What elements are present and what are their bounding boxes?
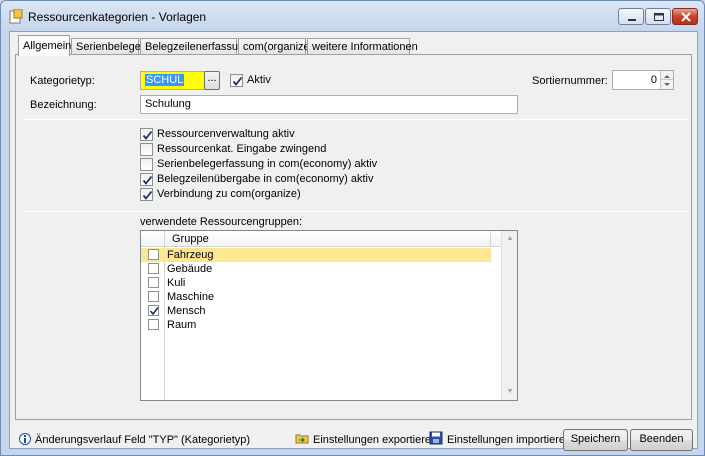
kategorietyp-field[interactable]: SCHUL <box>140 71 206 90</box>
option-label: Ressourcenverwaltung aktiv <box>157 128 295 140</box>
stepper-down-button[interactable] <box>660 80 673 89</box>
row-checkbox[interactable] <box>148 277 159 288</box>
chevron-up-icon <box>664 75 670 78</box>
tab-belegzeilenerfassung[interactable]: Belegzeilenerfassung <box>140 38 250 55</box>
tab-allgemein[interactable]: Allgemein <box>18 35 72 56</box>
kategorietyp-browse-button[interactable]: ... <box>204 71 220 90</box>
title-bar[interactable]: Ressourcenkategorien - Vorlagen <box>1 1 704 31</box>
kategorietyp-label: Kategorietyp: <box>30 75 95 87</box>
sortiernummer-stepper[interactable]: 0 <box>612 70 674 90</box>
option-label: Belegzeilenübergabe in com(economy) akti… <box>157 173 374 185</box>
option-label: Serienbelegerfassung in com(economy) akt… <box>157 158 378 170</box>
checkmark-icon <box>142 175 153 185</box>
aktiv-label: Aktiv <box>247 74 271 86</box>
row-name: Kuli <box>167 277 186 289</box>
tab-com-organize[interactable]: com(organize) <box>238 38 313 55</box>
minimize-button[interactable] <box>618 8 644 25</box>
option-checkbox[interactable] <box>140 143 153 156</box>
scroll-up-arrow-icon[interactable]: ▲ <box>502 231 518 247</box>
option-eingabe-zwingend[interactable]: Ressourcenkat. Eingabe zwingend <box>140 142 340 157</box>
option-verbindung-com-organize[interactable]: Verbindung zu com(organize) <box>140 187 340 202</box>
maximize-button[interactable] <box>645 8 671 25</box>
row-name: Maschine <box>167 291 215 303</box>
row-checkbox[interactable] <box>148 305 159 316</box>
option-label: Ressourcenkat. Eingabe zwingend <box>157 143 327 155</box>
row-checkbox[interactable] <box>148 263 159 274</box>
option-checkbox[interactable] <box>140 173 153 186</box>
minimize-icon <box>628 19 636 21</box>
option-belegzeilenuebergabe[interactable]: Belegzeilenübergabe in com(economy) akti… <box>140 172 380 187</box>
sortiernummer-value: 0 <box>650 74 657 86</box>
maximize-icon <box>654 13 664 21</box>
row-name: Gebäude <box>167 263 213 275</box>
row-checkbox[interactable] <box>148 249 159 260</box>
option-checkbox[interactable] <box>140 188 153 201</box>
tab-label: Serienbelege <box>76 41 141 53</box>
stepper-buttons <box>660 71 673 89</box>
aktiv-checkbox-row[interactable]: Aktiv <box>230 73 290 88</box>
grid-vertical-scrollbar[interactable]: ▲ ▼ <box>501 231 517 400</box>
ressourcengruppen-label: verwendete Ressourcengruppen: <box>140 216 303 228</box>
row-checkbox[interactable] <box>148 319 159 330</box>
tab-weitere-informationen[interactable]: weitere Informationen <box>307 38 418 55</box>
close-window-button[interactable] <box>672 8 698 25</box>
aenderungsverlauf-link[interactable]: Änderungsverlauf Feld "TYP" (Kategoriety… <box>35 434 250 446</box>
floppy-disk-icon <box>429 431 443 445</box>
table-row[interactable]: Maschine <box>141 290 491 304</box>
bezeichnung-field[interactable]: Schulung <box>140 95 518 114</box>
checkmark-icon <box>149 307 159 316</box>
divider <box>24 211 688 212</box>
row-name: Raum <box>167 319 197 331</box>
save-button[interactable]: Speichern <box>563 429 628 451</box>
chevron-down-icon <box>664 83 670 86</box>
export-settings-button[interactable]: Einstellungen exportieren <box>295 431 437 447</box>
column-header-gruppe[interactable]: Gruppe <box>172 233 209 245</box>
table-row[interactable]: Kuli <box>141 276 491 290</box>
aktiv-checkbox[interactable] <box>230 74 243 87</box>
close-icon <box>681 12 691 22</box>
option-checkbox[interactable] <box>140 158 153 171</box>
app-icon <box>9 9 23 24</box>
tab-label: weitere Informationen <box>312 41 418 53</box>
tab-label: com(organize) <box>243 41 314 53</box>
bezeichnung-label: Bezeichnung: <box>30 99 97 111</box>
sortiernummer-label: Sortiernummer: <box>532 75 608 87</box>
tab-label: Allgemein <box>23 40 72 52</box>
tab-panel-allgemein: Kategorietyp: SCHUL ... Aktiv Sortiernum… <box>15 54 692 420</box>
grid-header: Gruppe <box>141 231 501 247</box>
table-row[interactable]: Mensch <box>141 304 491 318</box>
option-label: Verbindung zu com(organize) <box>157 188 301 200</box>
divider <box>24 119 688 120</box>
tab-label: Belegzeilenerfassung <box>145 41 251 53</box>
table-row[interactable]: Raum <box>141 318 491 332</box>
kategorietyp-value: SCHUL <box>145 74 185 86</box>
option-checkbox[interactable] <box>140 128 153 141</box>
import-settings-label: Einstellungen importieren <box>447 434 572 446</box>
checkmark-icon <box>232 76 243 86</box>
info-icon[interactable] <box>19 432 31 446</box>
grid-column-divider <box>490 231 491 247</box>
table-row[interactable]: Gebäude <box>141 262 491 276</box>
stepper-up-button[interactable] <box>660 71 673 80</box>
dialog-window: Ressourcenkategorien - Vorlagen Allgemei… <box>0 0 705 456</box>
window-title: Ressourcenkategorien - Vorlagen <box>28 10 207 24</box>
option-serienbelegerfassung[interactable]: Serienbelegerfassung in com(economy) akt… <box>140 157 380 172</box>
option-ressourcenverwaltung-aktiv[interactable]: Ressourcenverwaltung aktiv <box>140 127 340 142</box>
row-name: Fahrzeug <box>167 249 214 261</box>
checkmark-icon <box>142 130 153 140</box>
folder-export-icon <box>295 434 309 444</box>
ressourcengruppen-grid[interactable]: Gruppe Fahrzeug Gebäude Kuli Maschine Me… <box>140 230 518 401</box>
import-settings-button[interactable]: Einstellungen importieren <box>429 431 571 447</box>
export-settings-label: Einstellungen exportieren <box>313 434 438 446</box>
checkmark-icon <box>142 190 153 200</box>
scroll-down-arrow-icon[interactable]: ▼ <box>502 384 518 400</box>
row-name: Mensch <box>167 305 206 317</box>
close-button[interactable]: Beenden <box>630 429 693 451</box>
table-row[interactable]: Fahrzeug <box>141 248 491 262</box>
row-checkbox[interactable] <box>148 291 159 302</box>
tab-serienbelege[interactable]: Serienbelege <box>71 38 141 55</box>
dialog-client-area: Allgemein Serienbelege Belegzeilenerfass… <box>9 31 698 451</box>
